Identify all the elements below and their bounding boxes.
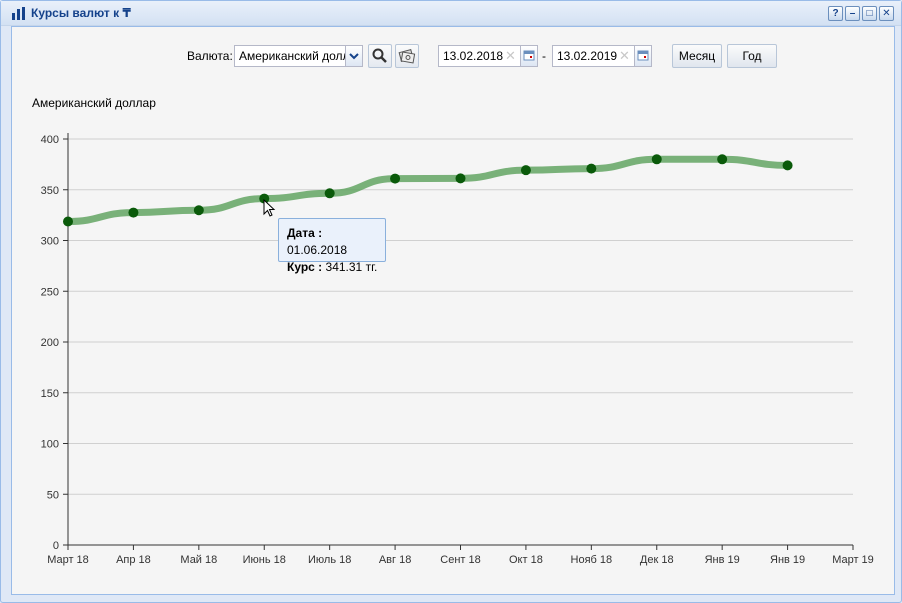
data-point[interactable] (324, 188, 335, 199)
chart-tooltip: Дата : 01.06.2018 Курс : 341.31 тг. (278, 218, 386, 274)
data-point[interactable] (455, 173, 466, 184)
bar-chart-icon (12, 7, 26, 20)
data-point[interactable] (651, 154, 662, 165)
mouse-cursor-icon (263, 199, 276, 217)
tooltip-date-value: 01.06.2018 (287, 243, 348, 257)
series-line (64, 155, 792, 226)
x-tick-label: Нояб 18 (571, 554, 613, 566)
window-titlebar: Курсы валют к ₸ ? – □ ✕ (1, 1, 901, 26)
x-tick-label: Май 18 (180, 554, 217, 566)
app-window: Курсы валют к ₸ ? – □ ✕ Валюта: Американ… (0, 0, 902, 603)
y-tick-label: 250 (41, 286, 59, 298)
help-icon[interactable]: ? (828, 6, 843, 21)
y-tick-label: 300 (41, 236, 59, 248)
tooltip-date-label: Дата : (287, 226, 323, 240)
y-tick-label: 100 (41, 439, 59, 451)
tooltip-rate-label: Курс : (287, 260, 323, 274)
x-tick-label: Сент 18 (440, 554, 480, 566)
x-tick-label: Март 19 (832, 554, 874, 566)
rate-chart: Американский доллар 0 50 100 150 200 250 300 35… (32, 96, 874, 566)
data-point[interactable] (390, 173, 401, 184)
data-point[interactable] (193, 205, 204, 216)
x-tick-label: Июнь 18 (243, 554, 286, 566)
x-tick-label: Янв 19 (705, 554, 740, 566)
data-point[interactable] (782, 160, 793, 171)
data-point[interactable] (520, 165, 531, 176)
data-point[interactable] (717, 154, 728, 165)
x-tick-label: Март 18 (47, 554, 89, 566)
x-tick-label: Апр 18 (116, 554, 151, 566)
close-icon[interactable]: ✕ (879, 6, 894, 21)
tooltip-rate-value: 341.31 тг. (325, 260, 378, 274)
data-point[interactable] (128, 207, 139, 218)
window-title: Курсы валют к ₸ (31, 6, 131, 20)
chart-title: Американский доллар (32, 96, 156, 110)
y-tick-label: 150 (41, 388, 59, 400)
x-tick-label: Окт 18 (509, 554, 543, 566)
y-tick-label: 200 (41, 337, 59, 349)
x-tick-label: Июль 18 (308, 554, 351, 566)
maximize-icon[interactable]: □ (862, 6, 877, 21)
y-tick-label: 350 (41, 185, 59, 197)
y-tick-label: 0 (53, 540, 59, 552)
x-tick-label: Дек 18 (640, 554, 674, 566)
x-tick-label: Янв 19 (770, 554, 805, 566)
y-tick-label: 50 (47, 489, 59, 501)
data-point[interactable] (586, 163, 597, 174)
x-tick-label: Авг 18 (379, 554, 411, 566)
data-point[interactable] (63, 216, 73, 227)
y-tick-label: 400 (41, 134, 59, 146)
main-panel: Валюта: Американский доллар 13.02.2018 ✕ (11, 26, 895, 595)
minimize-icon[interactable]: – (845, 6, 860, 21)
